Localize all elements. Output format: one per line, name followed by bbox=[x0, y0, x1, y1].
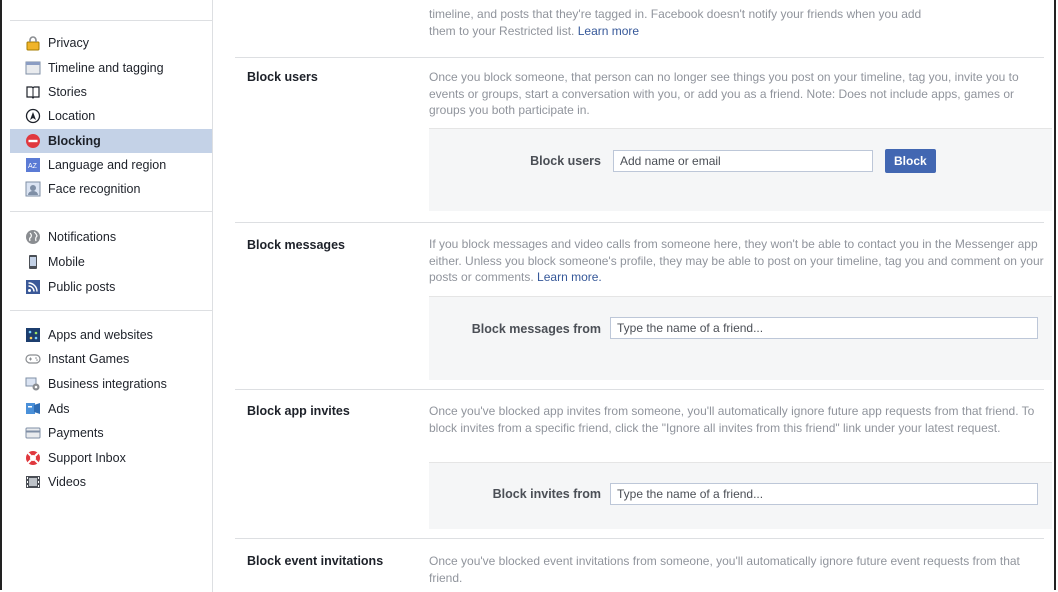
sidebar-item-label: Business integrations bbox=[48, 377, 167, 391]
block-invites-input[interactable] bbox=[610, 483, 1038, 505]
rss-icon bbox=[25, 279, 41, 295]
block-invites-field-label: Block invites from bbox=[492, 487, 601, 501]
sidebar-item-label: Ads bbox=[48, 402, 70, 416]
settings-sidebar: Privacy Timeline and tagging Stories Loc… bbox=[10, 0, 213, 592]
block-messages-description-text: If you block messages and video calls fr… bbox=[429, 237, 1044, 284]
block-messages-panel: Block messages from bbox=[429, 296, 1052, 380]
sidebar-divider bbox=[10, 20, 212, 21]
location-icon bbox=[25, 108, 41, 124]
face-recognition-icon bbox=[25, 181, 41, 197]
sidebar-item-public-posts[interactable]: Public posts bbox=[10, 275, 212, 299]
block-users-panel: Block users Block bbox=[429, 128, 1052, 211]
block-app-invites-title: Block app invites bbox=[247, 404, 350, 418]
sidebar-item-support-inbox[interactable]: Support Inbox bbox=[10, 446, 212, 470]
sidebar-item-label: Blocking bbox=[48, 134, 101, 148]
sidebar-item-label: Notifications bbox=[48, 230, 117, 244]
gamepad-icon bbox=[25, 351, 41, 367]
film-icon bbox=[25, 474, 41, 490]
sidebar-item-label: Stories bbox=[48, 85, 87, 99]
sidebar-item-ads[interactable]: Ads bbox=[10, 397, 212, 421]
credit-card-icon bbox=[25, 425, 41, 441]
sidebar-item-instant-games[interactable]: Instant Games bbox=[10, 347, 212, 371]
block-users-input[interactable] bbox=[613, 150, 873, 172]
sidebar-divider bbox=[10, 310, 212, 311]
sidebar-item-blocking[interactable]: Blocking bbox=[10, 129, 212, 153]
block-messages-input[interactable] bbox=[610, 317, 1038, 339]
globe-icon bbox=[25, 229, 41, 245]
lock-icon bbox=[25, 35, 41, 51]
section-divider bbox=[235, 57, 1044, 58]
section-divider bbox=[235, 222, 1044, 223]
sidebar-item-mobile[interactable]: Mobile bbox=[10, 250, 212, 274]
block-messages-title: Block messages bbox=[247, 238, 345, 252]
sidebar-item-language-and-region[interactable]: AZ Language and region bbox=[10, 153, 212, 177]
sidebar-item-payments[interactable]: Payments bbox=[10, 421, 212, 445]
gear-icon bbox=[25, 376, 41, 392]
ads-icon bbox=[25, 401, 41, 417]
sidebar-item-notifications[interactable]: Notifications bbox=[10, 225, 212, 249]
section-divider bbox=[235, 538, 1044, 539]
sidebar-item-stories[interactable]: Stories bbox=[10, 80, 212, 104]
learn-more-link[interactable]: Learn more bbox=[578, 24, 639, 38]
block-messages-field-label: Block messages from bbox=[471, 322, 601, 336]
timeline-icon bbox=[25, 60, 41, 76]
block-app-invites-description: Once you've blocked app invites from som… bbox=[429, 404, 1035, 435]
mobile-icon bbox=[25, 254, 41, 270]
sidebar-item-privacy[interactable]: Privacy bbox=[10, 31, 212, 55]
block-button[interactable]: Block bbox=[885, 149, 936, 173]
restricted-description-line: them to your Restricted list. bbox=[429, 23, 575, 38]
block-users-field-label: Block users bbox=[530, 154, 601, 168]
lifebuoy-icon bbox=[25, 450, 41, 466]
sidebar-item-face-recognition[interactable]: Face recognition bbox=[10, 177, 212, 201]
block-app-invites-panel: Block invites from bbox=[429, 462, 1052, 529]
sidebar-item-timeline-and-tagging[interactable]: Timeline and tagging bbox=[10, 56, 212, 80]
sidebar-item-label: Mobile bbox=[48, 255, 85, 269]
sidebar-item-label: Support Inbox bbox=[48, 451, 126, 465]
sidebar-item-label: Instant Games bbox=[48, 352, 130, 366]
restricted-description: timeline, and posts that they're tagged … bbox=[429, 6, 1029, 39]
sidebar-item-location[interactable]: Location bbox=[10, 104, 212, 128]
blocking-settings-content: timeline, and posts that they're tagged … bbox=[213, 0, 1056, 592]
learn-more-link[interactable]: Learn more. bbox=[537, 270, 602, 284]
block-event-invitations-title: Block event invitations bbox=[247, 554, 384, 568]
block-messages-description: If you block messages and video calls fr… bbox=[429, 236, 1049, 286]
sidebar-divider bbox=[10, 211, 212, 212]
sidebar-item-business-integrations[interactable]: Business integrations bbox=[10, 372, 212, 396]
block-event-invitations-description: Once you've blocked event invitations fr… bbox=[429, 554, 1020, 585]
book-icon bbox=[25, 84, 41, 100]
sidebar-item-label: Apps and websites bbox=[48, 328, 153, 342]
sidebar-item-label: Payments bbox=[48, 426, 104, 440]
sidebar-item-label: Videos bbox=[48, 475, 86, 489]
sidebar-item-label: Timeline and tagging bbox=[48, 61, 164, 75]
sidebar-item-label: Language and region bbox=[48, 158, 167, 172]
apps-icon bbox=[25, 327, 41, 343]
svg-text:AZ: AZ bbox=[28, 163, 38, 170]
restricted-description-line: timeline, and posts that they're tagged … bbox=[429, 7, 922, 21]
section-divider bbox=[235, 389, 1044, 390]
block-icon bbox=[25, 133, 41, 149]
sidebar-item-label: Privacy bbox=[48, 36, 89, 50]
sidebar-item-apps-and-websites[interactable]: Apps and websites bbox=[10, 323, 212, 347]
block-users-description: Once you block someone, that person can … bbox=[429, 70, 1019, 117]
sidebar-item-label: Location bbox=[48, 109, 96, 123]
sidebar-item-videos[interactable]: Videos bbox=[10, 470, 212, 494]
language-icon: AZ bbox=[25, 157, 41, 173]
sidebar-item-label: Public posts bbox=[48, 280, 116, 294]
block-users-title: Block users bbox=[247, 70, 318, 84]
sidebar-item-label: Face recognition bbox=[48, 182, 141, 196]
